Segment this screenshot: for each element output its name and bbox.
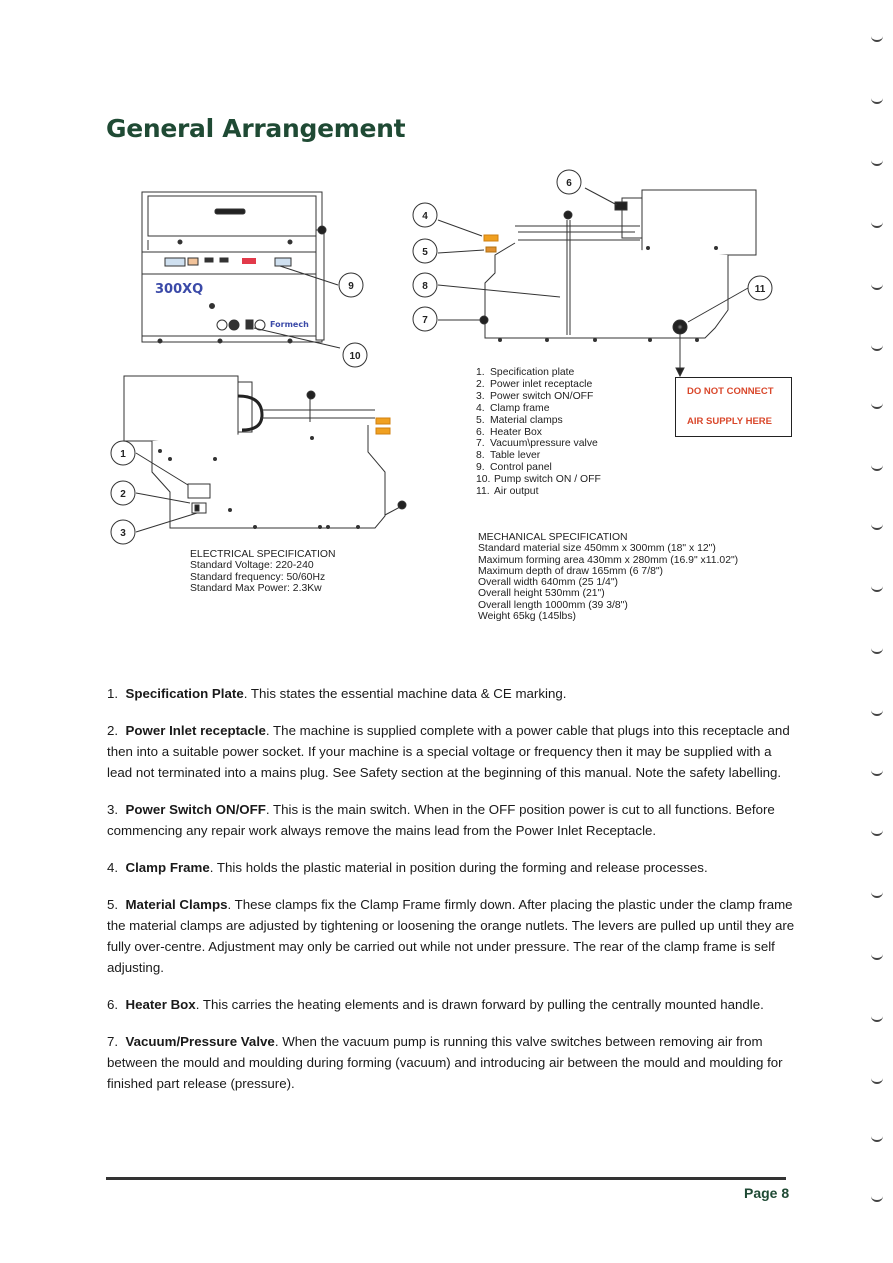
mechanical-spec-line: Maximum depth of draw 165mm (6 7/8") [478,565,664,577]
callout-7: 7 [412,306,438,332]
section-paragraph: 5. Material Clamps. These clamps fix the… [107,897,795,975]
binding-hole-mark [871,345,883,351]
legend-item: 3. Power switch ON/OFF [476,390,594,402]
binding-hole-mark [871,586,883,592]
callout-4: 4 [412,202,438,228]
binding-hole-mark [871,222,883,228]
svg-text:4: 4 [422,211,428,222]
electrical-spec-line: Standard frequency: 50/60Hz [190,571,326,583]
binding-hole-mark [871,465,883,471]
mechanical-spec-heading: MECHANICAL SPECIFICATION [478,532,628,543]
section-paragraph: 3. Power Switch ON/OFF. This is the main… [107,802,775,838]
brand-label: Formech [270,320,309,329]
callout-5: 5 [412,238,438,264]
warning-line-1: DO NOT CONNECT [687,386,774,397]
legend-item: 11. Air output [476,486,539,498]
rear-view-drawing [123,375,407,533]
legend-item: 5. Material clamps [476,414,563,426]
legend-item: 2. Power inlet receptacle [476,378,593,390]
binding-hole-mark [871,524,883,530]
binding-hole-mark [871,830,883,836]
electrical-spec-line: Standard Voltage: 220-240 [190,560,314,572]
binding-hole-mark [871,648,883,654]
callout-8: 8 [412,272,438,298]
legend-item: 4. Clamp frame [476,402,550,414]
svg-text:5: 5 [422,247,428,258]
binding-hole-mark [871,954,883,960]
warning-line-2: AIR SUPPLY HERE [687,416,772,427]
electrical-spec-line: Standard Max Power: 2.3Kw [190,582,322,594]
legend-item: 9. Control panel [476,462,552,474]
legend-item: 6. Heater Box [476,426,542,438]
callout-9: 9 [338,272,364,298]
side-view-drawing [437,187,757,378]
binding-hole-mark [871,710,883,716]
page-title: General Arrangement [106,114,406,143]
electrical-spec-heading: ELECTRICAL SPECIFICATION [190,549,336,560]
svg-text:1: 1 [120,449,126,460]
callout-2: 2 [110,480,136,506]
binding-hole-mark [871,1078,883,1084]
legend-item: 8. Table lever [476,450,541,462]
svg-text:7: 7 [422,315,428,326]
electrical-specification: ELECTRICAL SPECIFICATION Standard Voltag… [190,549,336,594]
mechanical-spec-line: Overall length 1000mm (39 3/8") [478,599,628,611]
legend-item: 10. Pump switch ON / OFF [476,474,601,486]
front-view-drawing: 300XQ Formech [141,191,341,349]
section-paragraph: 2. Power Inlet receptacle. The machine i… [107,723,790,780]
section-paragraph: 6. Heater Box. This carries the heating … [107,997,764,1012]
svg-text:6: 6 [566,178,572,189]
binding-hole-mark [871,1136,883,1142]
parts-legend: 1. Specification plate 2. Power inlet rece… [476,367,601,498]
model-label: 300XQ [155,282,203,297]
mechanical-spec-line: Overall height 530mm (21") [478,588,605,600]
section-paragraph: 1. Specification Plate. This states the … [107,686,567,701]
binding-marks [853,0,893,1263]
binding-hole-mark [871,284,883,290]
legend-item: 7. Vacuum\pressure valve [476,438,598,450]
binding-hole-mark [871,770,883,776]
page-number: Page 8 [744,1185,790,1201]
binding-hole-mark [871,36,883,42]
callout-11: 11 [747,275,773,301]
svg-text:3: 3 [120,528,126,539]
binding-hole-mark [871,403,883,409]
callout-10: 10 [342,342,368,368]
callout-3: 3 [110,519,136,545]
callout-1: 1 [110,440,136,466]
legend-item: 1. Specification plate [476,367,575,378]
svg-text:2: 2 [120,489,126,500]
binding-hole-mark [871,160,883,166]
mechanical-spec-line: Maximum forming area 430mm x 280mm (16.9… [478,554,739,566]
binding-hole-mark [871,1196,883,1202]
mechanical-spec-line: Overall width 640mm (25 1/4") [478,577,618,589]
mechanical-spec-line: Standard material size 450mm x 300mm (18… [478,543,716,555]
section-paragraph: 4. Clamp Frame. This holds the plastic m… [107,860,708,875]
air-supply-warning-box: DO NOT CONNECT AIR SUPPLY HERE [675,377,792,437]
svg-text:9: 9 [348,281,354,292]
binding-hole-mark [871,1016,883,1022]
component-descriptions: 1. Specification Plate. This states the … [107,683,797,1110]
svg-text:8: 8 [422,281,428,292]
section-paragraph: 7. Vacuum/Pressure Valve. When the vacuu… [107,1034,783,1091]
svg-text:10: 10 [349,351,361,362]
footer-divider [106,1177,786,1180]
binding-hole-mark [871,98,883,104]
callout-6: 6 [556,169,582,195]
svg-text:11: 11 [755,284,766,295]
binding-hole-mark [871,892,883,898]
mechanical-spec-line: Weight 65kg (145lbs) [478,611,576,623]
mechanical-specification: MECHANICAL SPECIFICATION Standard materi… [478,532,738,622]
